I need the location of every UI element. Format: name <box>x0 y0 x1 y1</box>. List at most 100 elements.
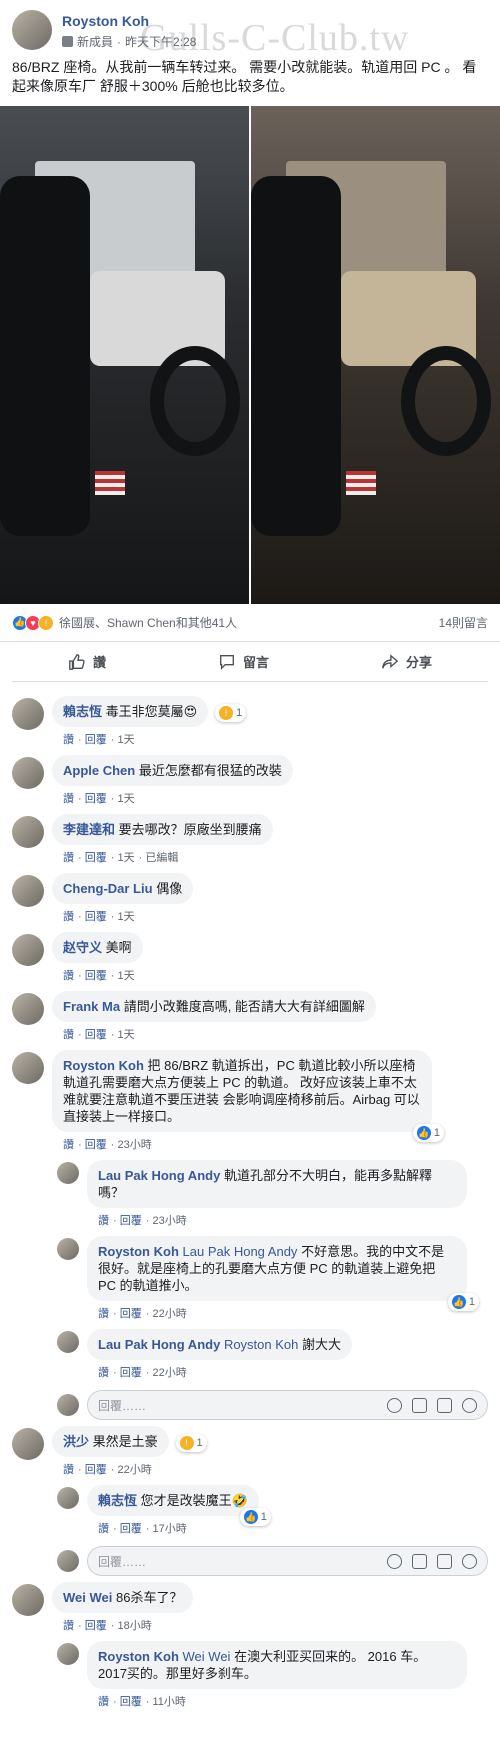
emoji-icon[interactable] <box>387 1553 402 1569</box>
comment-time[interactable]: 17小時 <box>152 1523 186 1535</box>
like-link[interactable]: 讚 <box>63 734 74 746</box>
camera-icon[interactable] <box>412 1553 427 1569</box>
commenter-avatar[interactable] <box>12 875 44 907</box>
reaction-summary[interactable]: 👍 ♥ ! 徐國展、Shawn Chen和其他41人 <box>12 614 237 631</box>
comment-reaction[interactable]: 👍 1 <box>447 1293 479 1311</box>
like-link[interactable]: 讚 <box>63 793 74 805</box>
tagged-user[interactable]: Royston Koh <box>224 1337 298 1352</box>
reply-link[interactable]: 回覆 <box>120 1215 142 1227</box>
commenter-avatar[interactable] <box>57 1331 79 1353</box>
like-link[interactable]: 讚 <box>98 1308 109 1320</box>
tagged-user[interactable]: Wei Wei <box>183 1649 231 1664</box>
commenter-avatar[interactable] <box>57 1162 79 1184</box>
commenter-name[interactable]: 李建達和 <box>63 822 115 837</box>
comment-time[interactable]: 1天 <box>117 970 134 982</box>
reply-link[interactable]: 回覆 <box>120 1696 142 1708</box>
commenter-name[interactable]: Lau Pak Hong Andy <box>98 1337 220 1352</box>
like-link[interactable]: 讚 <box>98 1215 109 1227</box>
comment-time[interactable]: 1天 <box>117 911 134 923</box>
commenter-name[interactable]: Apple Chen <box>63 763 135 778</box>
commenter-name[interactable]: Cheng-Dar Liu <box>63 881 153 896</box>
reply-link[interactable]: 回覆 <box>120 1367 142 1379</box>
reply-link[interactable]: 回覆 <box>85 911 107 923</box>
gif-icon[interactable] <box>437 1553 452 1569</box>
commenter-avatar[interactable] <box>57 1487 79 1509</box>
camera-icon[interactable] <box>412 1397 427 1413</box>
commenter-name[interactable]: Wei Wei <box>63 1590 112 1605</box>
like-link[interactable]: 讚 <box>63 1029 74 1041</box>
commenter-avatar[interactable] <box>12 1584 44 1616</box>
gif-icon[interactable] <box>437 1397 452 1413</box>
comment-time[interactable]: 1天 <box>117 793 134 805</box>
like-link[interactable]: 讚 <box>98 1367 109 1379</box>
commenter-avatar[interactable] <box>12 1428 44 1460</box>
like-link[interactable]: 讚 <box>63 1139 74 1151</box>
comment-reaction[interactable]: ! 1 <box>175 1434 207 1452</box>
tagged-user[interactable]: Lau Pak Hong Andy <box>183 1244 298 1259</box>
reply-link[interactable]: 回覆 <box>85 970 107 982</box>
reply-link[interactable]: 回覆 <box>85 1464 107 1476</box>
commenter-avatar[interactable] <box>57 1643 79 1665</box>
commenter-name[interactable]: Royston Koh <box>63 1058 144 1073</box>
reply-input[interactable]: 回覆…… <box>87 1546 488 1576</box>
reply-link[interactable]: 回覆 <box>85 1029 107 1041</box>
comment-time[interactable]: 22小時 <box>152 1308 186 1320</box>
share-button[interactable]: 分享 <box>381 652 432 671</box>
reply-link[interactable]: 回覆 <box>120 1308 142 1320</box>
like-button[interactable]: 讚 <box>68 652 106 671</box>
commenter-avatar[interactable] <box>12 934 44 966</box>
like-link[interactable]: 讚 <box>63 970 74 982</box>
reply-link[interactable]: 回覆 <box>85 852 107 864</box>
comment-button[interactable]: 留言 <box>218 652 269 671</box>
like-link[interactable]: 讚 <box>63 1464 74 1476</box>
commenter-name[interactable]: 賴志恆 <box>63 704 102 719</box>
comment-time[interactable]: 18小時 <box>117 1620 151 1632</box>
reply-input[interactable]: 回覆…… <box>87 1390 488 1420</box>
like-link[interactable]: 讚 <box>63 1620 74 1632</box>
comment-time[interactable]: 11小時 <box>152 1696 185 1708</box>
commenter-name[interactable]: Lau Pak Hong Andy <box>98 1168 220 1183</box>
reply-link[interactable]: 回覆 <box>85 1620 107 1632</box>
post-photos[interactable] <box>0 106 500 604</box>
comment-time[interactable]: 1天 <box>117 852 134 864</box>
commenter-name[interactable]: 赵守义 <box>63 940 102 955</box>
commenter-avatar[interactable] <box>12 816 44 848</box>
comment-time[interactable]: 23小時 <box>117 1139 151 1151</box>
comment-reaction[interactable]: 👍 1 <box>239 1508 271 1526</box>
comment-time[interactable]: 1天 <box>117 734 134 746</box>
reply-link[interactable]: 回覆 <box>85 793 107 805</box>
commenter-avatar[interactable] <box>57 1238 79 1260</box>
post-author[interactable]: Royston Koh <box>62 13 196 29</box>
commenter-name[interactable]: Frank Ma <box>63 999 120 1014</box>
post-time[interactable]: 昨天下午2:28 <box>125 33 196 50</box>
comment-time[interactable]: 23小時 <box>152 1215 186 1227</box>
comment-time[interactable]: 22小時 <box>152 1367 186 1379</box>
commenter-name[interactable]: Royston Koh <box>98 1649 179 1664</box>
like-link[interactable]: 讚 <box>63 911 74 923</box>
commenter-name[interactable]: 洪少 <box>63 1434 89 1449</box>
reply-link[interactable]: 回覆 <box>85 1139 107 1151</box>
like-link[interactable]: 讚 <box>98 1696 109 1708</box>
commenter-name[interactable]: 賴志恆 <box>98 1493 137 1508</box>
sticker-icon[interactable] <box>462 1553 477 1569</box>
reply-link[interactable]: 回覆 <box>120 1523 142 1535</box>
commenter-avatar[interactable] <box>12 698 44 730</box>
sticker-icon[interactable] <box>462 1397 477 1413</box>
comment-reaction[interactable]: ! 1 <box>215 704 247 722</box>
author-avatar[interactable] <box>12 10 52 50</box>
reply-link[interactable]: 回覆 <box>85 734 107 746</box>
comment-count[interactable]: 14則留言 <box>439 614 488 631</box>
edited-label[interactable]: 已編輯 <box>145 852 178 864</box>
commenter-name[interactable]: Royston Koh <box>98 1244 179 1259</box>
emoji-icon[interactable] <box>387 1397 402 1413</box>
photo-right[interactable] <box>251 106 500 604</box>
commenter-avatar[interactable] <box>12 993 44 1025</box>
photo-left[interactable] <box>0 106 251 604</box>
commenter-avatar[interactable] <box>12 757 44 789</box>
comment-time[interactable]: 1天 <box>117 1029 134 1041</box>
comment-reaction[interactable]: 👍 1 <box>412 1124 444 1142</box>
commenter-avatar[interactable] <box>12 1052 44 1084</box>
like-link[interactable]: 讚 <box>63 852 74 864</box>
like-link[interactable]: 讚 <box>98 1523 109 1535</box>
reaction-names[interactable]: 徐國展、Shawn Chen和其他41人 <box>59 614 237 631</box>
